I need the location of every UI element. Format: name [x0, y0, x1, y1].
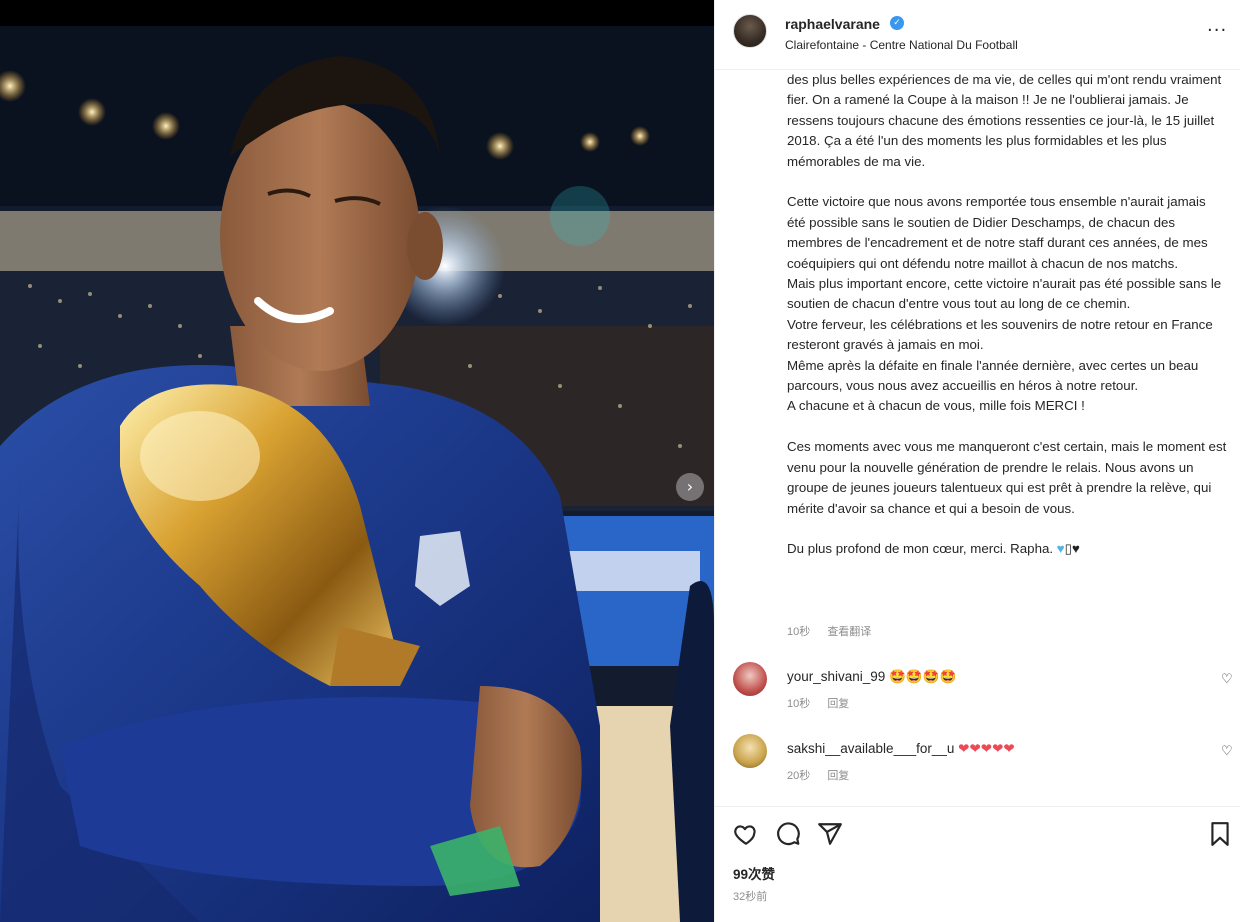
- post-caption: des plus belles expériences de ma vie, d…: [787, 70, 1227, 560]
- translate-link[interactable]: 查看翻译: [827, 626, 871, 638]
- avatar[interactable]: [733, 662, 767, 696]
- caption-meta: 10秒 查看翻译: [787, 623, 885, 639]
- action-bar: 99次赞 32秒前: [715, 806, 1240, 922]
- bookmark-icon[interactable]: [1207, 821, 1233, 847]
- comment-meta: 10秒 回复: [787, 695, 863, 711]
- comment-emojis: 🤩🤩🤩🤩: [889, 669, 957, 684]
- caption-paragraph: Même après la défaite en finale l'année …: [787, 357, 1199, 394]
- caption-paragraph: Mais plus important encore, cette victoi…: [787, 276, 1222, 312]
- post-location[interactable]: Clairefontaine - Centre National Du Foot…: [785, 38, 1018, 52]
- post-header: raphaelvarane ✓ Clairefontaine - Centre …: [715, 0, 1240, 70]
- reply-link[interactable]: 回复: [827, 770, 849, 782]
- reply-link[interactable]: 回复: [827, 698, 849, 710]
- post-side-panel: raphaelvarane ✓ Clairefontaine - Centre …: [714, 0, 1240, 922]
- media-top-bar: [0, 0, 714, 26]
- comment-icon[interactable]: [775, 821, 801, 847]
- signoff-text: Du plus profond de mon cœur, merci. Raph…: [787, 541, 1054, 557]
- comment-time: 10秒: [787, 698, 811, 710]
- avatar[interactable]: [733, 14, 767, 48]
- comment-emojis: ❤❤❤❤❤: [958, 741, 1015, 756]
- like-count[interactable]: 99次赞: [733, 863, 775, 883]
- blue-heart-icon: ♥: [1056, 541, 1065, 557]
- comment-text: sakshi__available___for__u ❤❤❤❤❤: [787, 741, 1015, 757]
- heart-icon[interactable]: ♡: [1221, 744, 1233, 759]
- post-time: 32秒前: [733, 891, 768, 903]
- comment-username[interactable]: sakshi__available___for__u: [787, 741, 954, 756]
- post-photo: [0, 26, 714, 922]
- comment-time: 20秒: [787, 770, 811, 782]
- comment-meta: 20秒 回复: [787, 767, 863, 783]
- caption-signoff: Du plus profond de mon cœur, merci. Raph…: [787, 539, 1227, 559]
- caption-paragraph: Ces moments avec vous me manqueront c'es…: [787, 439, 1227, 516]
- heart-icon[interactable]: ♡: [1221, 672, 1233, 687]
- share-icon[interactable]: [817, 821, 843, 847]
- caption-paragraph: Cette victoire que nous avons remportée …: [787, 194, 1208, 271]
- avatar[interactable]: [733, 734, 767, 768]
- comment-username[interactable]: your_shivani_99: [787, 669, 885, 684]
- caption-paragraph: Votre ferveur, les célébrations et les s…: [787, 316, 1213, 353]
- heart-icon[interactable]: [733, 821, 759, 847]
- comment-text: your_shivani_99 🤩🤩🤩🤩: [787, 669, 956, 685]
- post-media[interactable]: ›: [0, 0, 714, 922]
- black-heart-icon: ♥: [1072, 541, 1080, 557]
- caption-time: 10秒: [787, 626, 811, 638]
- more-icon[interactable]: ···: [1207, 20, 1227, 41]
- post-username[interactable]: raphaelvarane: [785, 16, 880, 32]
- caption-paragraph: A chacune et à chacun de vous, mille foi…: [787, 398, 1085, 414]
- caption-paragraph: des plus belles expériences de ma vie, d…: [787, 72, 1222, 169]
- missing-glyph-icon: ▯: [1064, 541, 1072, 557]
- verified-badge-icon: ✓: [890, 16, 904, 30]
- chevron-right-icon[interactable]: ›: [676, 473, 704, 501]
